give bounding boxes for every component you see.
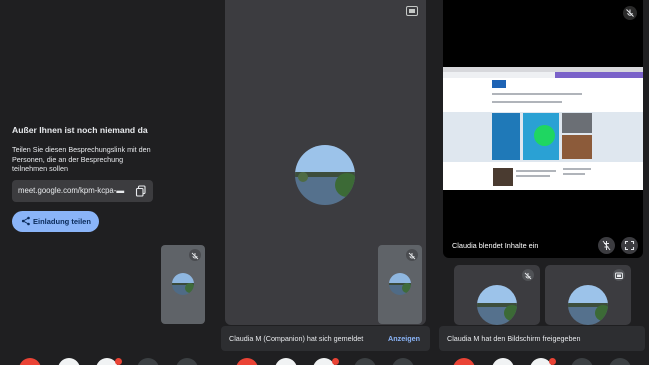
presentation-label: Claudia blendet Inhalte ein bbox=[452, 241, 539, 250]
avatar bbox=[172, 273, 194, 295]
copy-icon[interactable] bbox=[135, 185, 147, 197]
meeting-link-text: meet.google.com/kpm-kcpa-▬ bbox=[18, 186, 125, 195]
panel-presentation: Claudia blendet Inhalte ein Claudia M ha… bbox=[430, 0, 649, 365]
mic-off-icon bbox=[522, 269, 534, 281]
site-nav-line bbox=[492, 101, 562, 103]
present-icon bbox=[613, 269, 625, 281]
avatar bbox=[477, 285, 517, 325]
share-icon bbox=[21, 216, 30, 226]
panel-participant: Claudia M (Companion) hat sich gemeldet … bbox=[221, 0, 430, 365]
avatar bbox=[389, 273, 411, 295]
fullscreen-icon[interactable] bbox=[621, 237, 638, 254]
unpin-icon[interactable] bbox=[598, 237, 615, 254]
article-text-line bbox=[563, 168, 591, 170]
avatar bbox=[295, 145, 355, 205]
notification-text: Claudia M hat den Bildschirm freigegeben bbox=[447, 334, 581, 343]
site-nav-line bbox=[492, 93, 582, 95]
share-invite-label: Einladung teilen bbox=[33, 217, 91, 226]
article-text-line bbox=[516, 170, 556, 172]
share-invite-button[interactable]: Einladung teilen bbox=[12, 211, 99, 232]
participant-tile[interactable] bbox=[545, 265, 631, 325]
mic-off-icon bbox=[406, 249, 418, 261]
shared-screen-content bbox=[443, 67, 643, 190]
self-view-tile[interactable] bbox=[378, 245, 422, 324]
article-thumbnail bbox=[493, 168, 513, 186]
panel-waiting-room: Außer Ihnen ist noch niemand da Teilen S… bbox=[0, 0, 221, 365]
notification-badge bbox=[549, 358, 556, 365]
screen-share-notification: Claudia M hat den Bildschirm freigegeben bbox=[439, 326, 645, 351]
article-text-line bbox=[516, 175, 550, 177]
presentation-tile[interactable]: Claudia blendet Inhalte ein bbox=[443, 0, 643, 258]
mic-off-icon bbox=[189, 249, 201, 261]
article-image bbox=[562, 113, 592, 133]
show-link[interactable]: Anzeigen bbox=[388, 334, 420, 343]
participant-tile[interactable] bbox=[454, 265, 540, 325]
spotify-logo-icon bbox=[534, 125, 555, 146]
notification-text: Claudia M (Companion) hat sich gemeldet bbox=[229, 334, 364, 343]
meeting-link-box: meet.google.com/kpm-kcpa-▬ bbox=[12, 180, 153, 202]
article-image bbox=[562, 135, 592, 159]
hand-raised-notification: Claudia M (Companion) hat sich gemeldet … bbox=[221, 326, 430, 351]
pin-icon[interactable] bbox=[406, 6, 418, 16]
article-text-line bbox=[563, 173, 585, 175]
site-logo bbox=[492, 80, 506, 88]
share-link-description: Teilen Sie diesen Besprechungslink mit d… bbox=[12, 145, 151, 174]
avatar bbox=[568, 285, 608, 325]
article-image bbox=[492, 113, 520, 160]
notification-badge bbox=[332, 358, 339, 365]
self-view-tile[interactable] bbox=[161, 245, 205, 324]
notification-badge bbox=[115, 358, 122, 365]
browser-bookmark-strip bbox=[555, 72, 643, 78]
alone-heading: Außer Ihnen ist noch niemand da bbox=[12, 125, 148, 135]
meet-screenshot-collage: Außer Ihnen ist noch niemand da Teilen S… bbox=[0, 0, 649, 365]
mic-off-icon bbox=[623, 6, 637, 20]
